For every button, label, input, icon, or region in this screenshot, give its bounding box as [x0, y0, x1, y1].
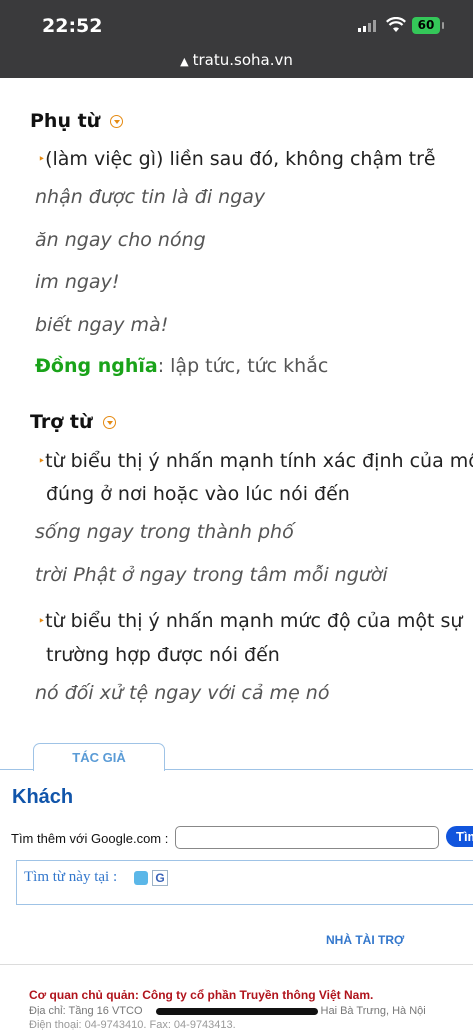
- status-bar: 22:52 60 ▲ tratu.soha.vn: [0, 0, 473, 78]
- sponsor-label: NHÀ TÀI TRỢ: [326, 933, 405, 947]
- search-label: Tìm thêm với Google.com :: [11, 831, 169, 846]
- twitter-icon[interactable]: [134, 871, 148, 885]
- wifi-icon: [386, 17, 406, 32]
- section-heading-phu-tu: Phụ từ: [30, 110, 124, 132]
- search-button[interactable]: Tìm: [446, 826, 473, 847]
- example: trời Phật ở ngay trong tâm mỗi người: [35, 564, 388, 586]
- address-start: Địa chỉ: Tầng 16 VTCO: [29, 1005, 143, 1017]
- author-name: Khách: [12, 786, 74, 808]
- footer-phone: Điện thoại: 04-9743410. Fax: 04-9743413.: [29, 1019, 236, 1031]
- cellular-signal-icon: [358, 20, 376, 32]
- definition: ‣từ biểu thị ý nhấn mạnh mức độ của một …: [38, 605, 462, 637]
- definition-text: từ biểu thị ý nhấn mạnh mức độ của một s…: [45, 610, 463, 632]
- heading-text: Trợ từ: [30, 411, 93, 433]
- definition-text: (làm việc gì) liền sau đó, không chậm tr…: [45, 148, 436, 170]
- google-icon[interactable]: G: [152, 870, 168, 886]
- footer-owner: Cơ quan chủ quản: Công ty cổ phần Truyền…: [29, 988, 374, 1002]
- address-end: Hai Bà Trưng, Hà Nội: [320, 1005, 426, 1017]
- collapse-toggle-icon[interactable]: [102, 416, 116, 429]
- find-word-label: Tìm từ này tại :: [24, 869, 118, 885]
- definition-text: từ biểu thị ý nhấn mạnh tính xác định củ…: [45, 450, 473, 472]
- synonym-label: Đồng nghĩa: [35, 355, 158, 377]
- footer-divider: [0, 964, 473, 965]
- synonyms: Đồng nghĩa: lập tức, tức khắc: [35, 355, 328, 377]
- section-heading-tro-tu: Trợ từ: [30, 411, 116, 433]
- example: nó đối xử tệ ngay với cả mẹ nó: [35, 682, 330, 704]
- definition: ‣(làm việc gì) liền sau đó, không chậm t…: [38, 143, 436, 175]
- collapse-toggle-icon[interactable]: [110, 115, 124, 128]
- redaction-mark: [156, 1008, 318, 1015]
- definition-continuation: trường hợp được nói đến: [46, 644, 280, 666]
- example: biết ngay mà!: [35, 314, 169, 336]
- heading-text: Phụ từ: [30, 110, 101, 132]
- google-search-input[interactable]: [175, 826, 439, 849]
- address-bar[interactable]: ▲ tratu.soha.vn: [0, 51, 473, 69]
- lock-icon: ▲: [180, 55, 189, 68]
- example: nhận được tin là đi ngay: [35, 186, 266, 208]
- definition-continuation: đúng ở nơi hoặc vào lúc nói đến: [46, 483, 350, 505]
- definition: ‣từ biểu thị ý nhấn mạnh tính xác định c…: [38, 445, 473, 477]
- clock: 22:52: [42, 15, 103, 37]
- tab-author[interactable]: TÁC GIẢ: [33, 743, 165, 771]
- example: ăn ngay cho nóng: [35, 229, 206, 251]
- synonym-values: lập tức, tức khắc: [164, 355, 329, 377]
- example: sống ngay trong thành phố: [35, 521, 294, 543]
- example: im ngay!: [35, 271, 120, 293]
- battery-icon: 60: [412, 17, 444, 34]
- url-text: tratu.soha.vn: [192, 51, 293, 69]
